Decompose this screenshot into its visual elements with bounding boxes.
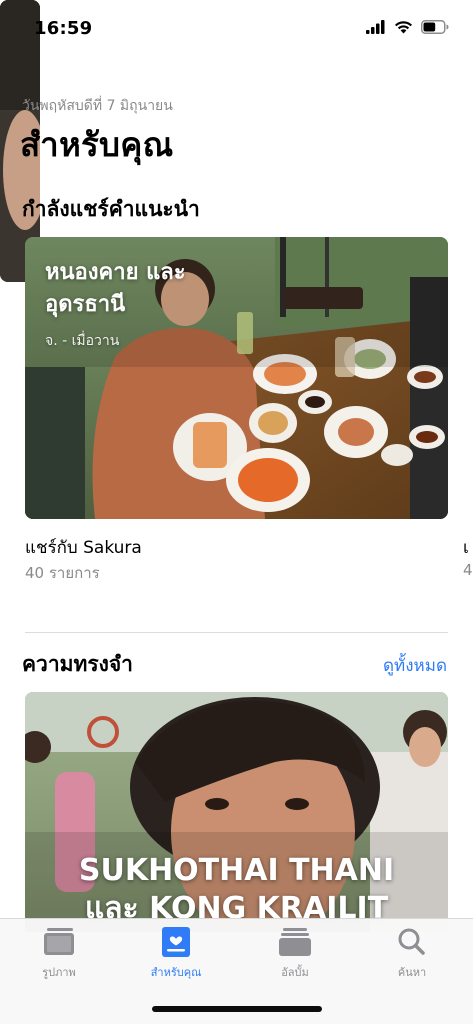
photos-icon [44, 928, 74, 955]
memory-title: SUKHOTHAI THANI และ KONG KRAILIT [25, 852, 448, 928]
shared-card-count: 40 รายการ [25, 564, 100, 582]
shared-suggestions-title: กำลังแชร์คำแนะนำ [22, 197, 200, 221]
memory-card[interactable]: SUKHOTHAI THANI และ KONG KRAILIT [25, 692, 448, 932]
memory-title-line1: SUKHOTHAI THANI [78, 853, 395, 888]
tab-for-you-label: สำหรับคุณ [150, 966, 202, 979]
shared-card-caption: แชร์กับ Sakura [25, 538, 142, 558]
memories-title: ความทรงจำ [22, 652, 133, 676]
battery-icon [421, 20, 449, 34]
status-icons [366, 20, 449, 34]
shared-card-title-line2: อุดรธานี [45, 292, 126, 317]
shared-suggestion-card[interactable]: หนองคาย และ อุดรธานี จ. - เมื่อวาน [25, 237, 448, 519]
shared-card-title: หนองคาย และ อุดรธานี [45, 257, 186, 321]
search-icon [398, 928, 425, 955]
wifi-icon [395, 21, 412, 34]
cellular-signal-icon [366, 20, 385, 34]
tab-albums-label: อัลบั้ม [281, 966, 309, 979]
status-bar: 16:59 [0, 0, 473, 58]
tab-for-you[interactable]: สำหรับคุณ [126, 927, 226, 981]
page-title: สำหรับคุณ [20, 125, 174, 164]
for-you-icon [162, 927, 190, 957]
shared-card-title-line1: หนองคาย และ [45, 260, 186, 285]
albums-icon [279, 928, 311, 956]
home-indicator [152, 1006, 322, 1012]
tab-search[interactable]: ค้นหา [362, 927, 462, 981]
tab-photos[interactable]: รูปภาพ [9, 927, 109, 981]
next-card-count: 4 [463, 561, 473, 579]
status-time: 16:59 [34, 18, 93, 39]
tab-search-label: ค้นหา [397, 966, 427, 979]
shared-card-subtitle: จ. - เมื่อวาน [45, 333, 120, 349]
tab-albums[interactable]: อัลบั้ม [245, 927, 345, 981]
next-card-caption: เ [463, 538, 469, 558]
see-all-link[interactable]: ดูทั้งหมด [383, 652, 447, 679]
date-label: วันพฤหัสบดีที่ 7 มิถุนายน [22, 98, 173, 114]
tab-photos-label: รูปภาพ [42, 966, 76, 979]
section-divider [25, 632, 448, 633]
